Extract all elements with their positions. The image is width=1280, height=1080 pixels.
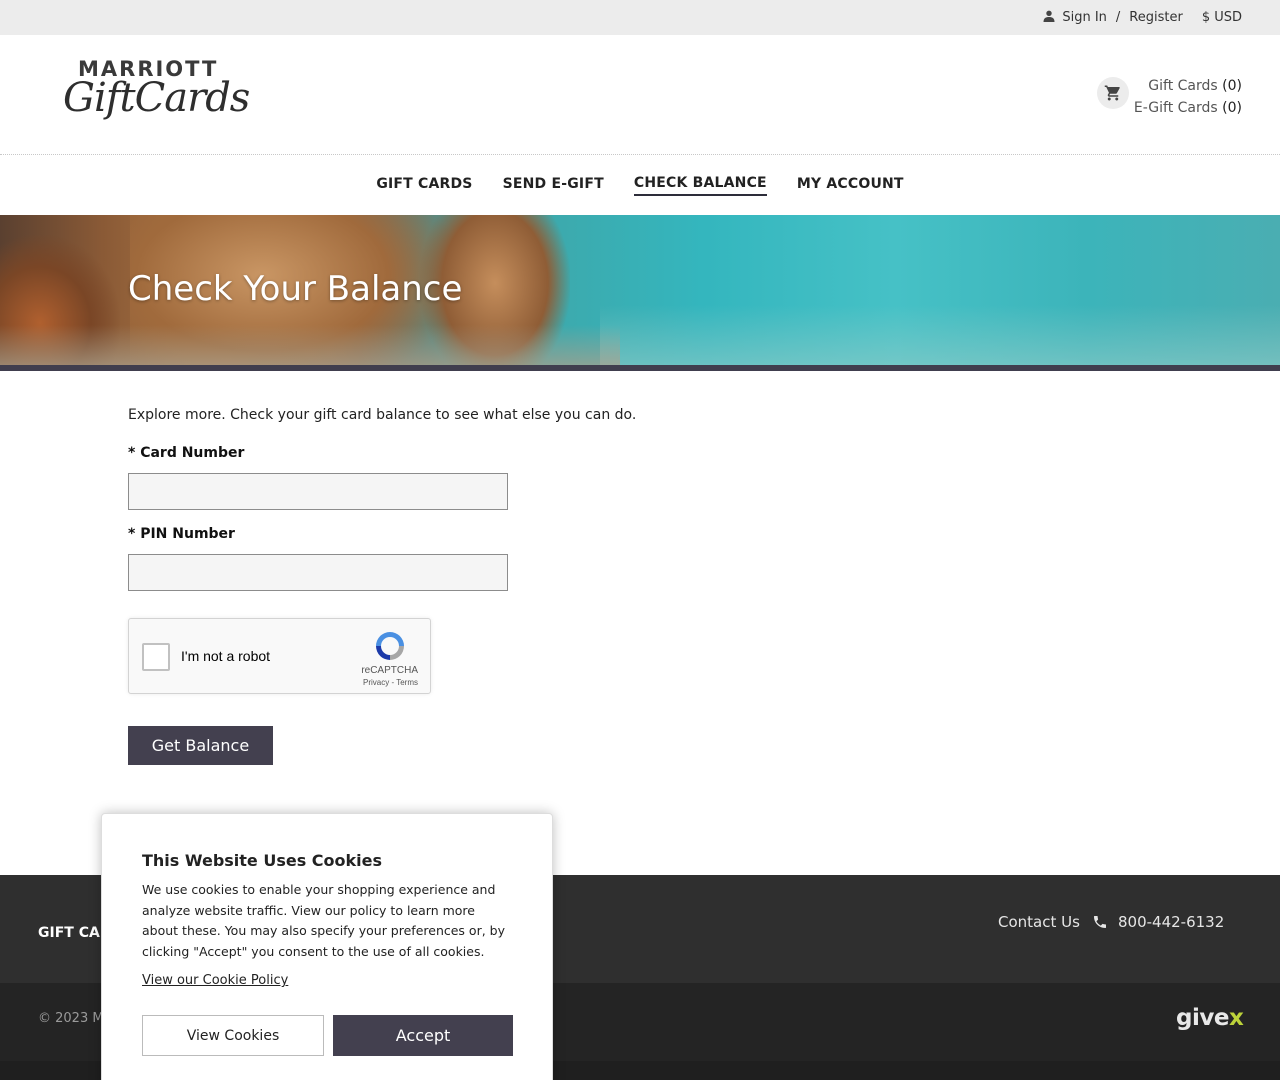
account-links: Sign In / Register $ USD <box>1043 0 1242 35</box>
copyright-text: © 2023 MI <box>38 1011 108 1026</box>
cart-gift-cards-label: Gift Cards <box>1148 78 1218 94</box>
nav-check-balance[interactable]: CHECK BALANCE <box>633 175 767 196</box>
cart-egift-cards-label: E-Gift Cards <box>1133 100 1218 116</box>
nav-my-account[interactable]: MY ACCOUNT <box>797 176 904 195</box>
recaptcha-checkbox[interactable] <box>142 643 170 671</box>
page-title: Check Your Balance <box>128 269 463 309</box>
nav-gift-cards[interactable]: GIFT CARDS <box>376 176 472 195</box>
top-utility-bar: Sign In / Register $ USD <box>0 0 1280 35</box>
nav-send-egift[interactable]: SEND E-GIFT <box>503 176 604 195</box>
phone-icon <box>1094 916 1106 928</box>
register-link[interactable]: Register <box>1129 10 1183 25</box>
cart-icon[interactable] <box>1097 77 1129 109</box>
cart-egift-cards-count: (0) <box>1222 100 1242 116</box>
cookie-dialog-title: This Website Uses Cookies <box>142 851 383 870</box>
sign-in-link[interactable]: Sign In <box>1062 10 1107 25</box>
intro-text: Explore more. Check your gift card balan… <box>128 407 637 423</box>
givex-logo[interactable]: givex <box>1176 1005 1244 1031</box>
view-cookies-button[interactable]: View Cookies <box>142 1015 324 1056</box>
hero-image-water <box>600 305 1280 365</box>
site-header: MARRIOTT GiftCards Gift Cards (0) E-Gift… <box>0 35 1280 155</box>
currency-selector[interactable]: $ USD <box>1202 10 1242 25</box>
contact-us-link[interactable]: Contact Us <box>998 913 1080 931</box>
hero-image-shore <box>0 325 620 365</box>
link-separator: / <box>1115 10 1121 25</box>
recaptcha-widget: I'm not a robot reCAPTCHA Privacy - Term… <box>128 618 431 694</box>
recaptcha-terms-link[interactable]: Privacy - Terms <box>363 678 418 687</box>
card-number-input[interactable] <box>128 473 508 510</box>
phone-number-link[interactable]: 800-442-6132 <box>1118 913 1224 931</box>
recaptcha-brand: reCAPTCHA <box>361 665 418 676</box>
logo-script: GiftCards <box>63 75 250 121</box>
givex-logo-x: x <box>1228 1005 1244 1031</box>
cart-gift-cards-count: (0) <box>1222 78 1242 94</box>
hero-divider <box>0 365 1280 371</box>
cookie-dialog-body: We use cookies to enable your shopping e… <box>142 882 505 959</box>
cart-egift-cards-line[interactable]: E-Gift Cards (0) <box>1134 97 1242 119</box>
marriott-giftcards-logo[interactable]: MARRIOTT GiftCards <box>63 57 250 129</box>
main-nav: GIFT CARDS SEND E-GIFT CHECK BALANCE MY … <box>0 155 1280 215</box>
cookie-policy-link[interactable]: View our Cookie Policy <box>142 973 288 988</box>
pin-number-input[interactable] <box>128 554 508 591</box>
recaptcha-label: I'm not a robot <box>181 648 271 664</box>
recaptcha-logo-icon <box>376 632 404 660</box>
card-number-label: * Card Number <box>128 445 245 461</box>
cart-gift-cards-line[interactable]: Gift Cards (0) <box>1134 75 1242 97</box>
shopping-cart-icon <box>1104 85 1120 101</box>
get-balance-button[interactable]: Get Balance <box>128 726 273 765</box>
givex-logo-text: give <box>1176 1005 1229 1031</box>
cart-summary: Gift Cards (0) E-Gift Cards (0) <box>1134 75 1242 119</box>
cookie-consent-dialog: This Website Uses Cookies We use cookies… <box>101 813 553 1080</box>
accept-cookies-button[interactable]: Accept <box>333 1015 513 1056</box>
user-icon <box>1043 10 1055 22</box>
hero-banner: Check Your Balance <box>0 215 1280 365</box>
pin-number-label: * PIN Number <box>128 526 235 542</box>
